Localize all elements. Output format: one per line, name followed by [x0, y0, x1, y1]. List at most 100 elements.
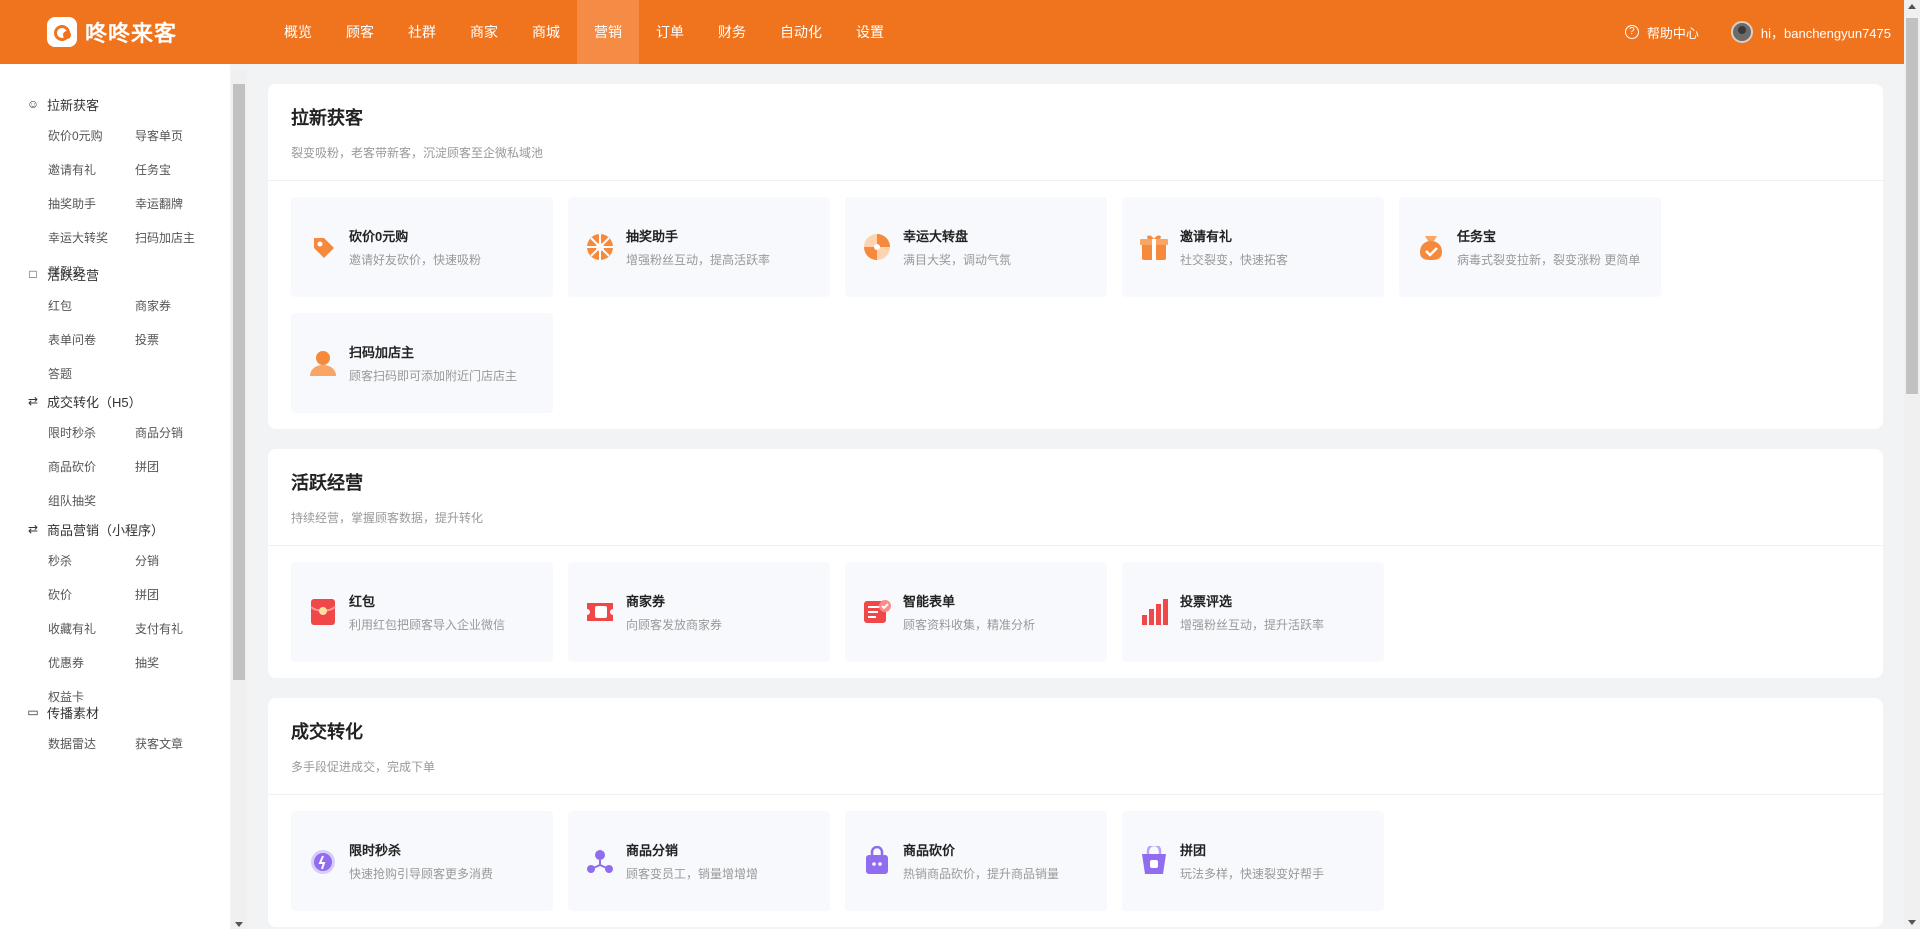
sidebar-item[interactable]: 拼团 — [135, 578, 222, 612]
nav-item-8[interactable]: 自动化 — [763, 0, 839, 64]
swap-icon: ⇄ — [27, 394, 39, 408]
nav-item-2[interactable]: 社群 — [391, 0, 453, 64]
gift-icon — [1139, 232, 1169, 262]
sidebar-group-title[interactable]: ⇄ 成交转化（H5） — [26, 391, 222, 411]
sidebar-group-items: 红包 商家券 表单问卷 投票 答题 — [48, 289, 222, 391]
sidebar-scroll-thumb[interactable] — [233, 84, 245, 680]
sidebar-item[interactable]: 砍价0元购 — [48, 119, 135, 153]
sidebar-scroll-down-icon[interactable] — [235, 922, 243, 927]
feature-card[interactable]: 商品分销 顾客变员工，销量增增增 — [568, 811, 830, 911]
card-description: 满目大奖，调动气氛 — [903, 253, 1012, 267]
sidebar-scrollbar[interactable] — [231, 70, 247, 929]
card-title: 砍价0元购 — [349, 229, 409, 244]
brand-logo[interactable]: 咚咚来客 — [47, 16, 267, 48]
sidebar-item[interactable]: 答题 — [48, 357, 135, 391]
feature-card[interactable]: 抽奖助手 增强粉丝互动，提高活跃率 — [568, 197, 830, 297]
card-text: 投票评选 增强粉丝互动，提升活跃率 — [1180, 591, 1324, 633]
feature-card[interactable]: 拼团 玩法多样，快速裂变好帮手 — [1122, 811, 1384, 911]
sidebar-item[interactable]: 扫码加店主 — [135, 221, 222, 255]
bag-icon — [1416, 232, 1446, 262]
page-scroll-thumb[interactable] — [1906, 18, 1918, 394]
sidebar-group-title[interactable]: ☺ 拉新获客 — [26, 94, 222, 114]
page-scrollbar[interactable] — [1904, 0, 1920, 929]
feature-card[interactable]: 邀请有礼社交裂变，快速拓客 — [1122, 197, 1384, 297]
feature-card[interactable]: 商品砍价 热销商品砍价，提升商品销量 — [845, 811, 1107, 911]
sidebar-item[interactable]: 幸运翻牌 — [135, 187, 222, 221]
card-description: 顾客资料收集，精准分析 — [903, 618, 1036, 632]
sidebar-item[interactable]: 商品分销 — [135, 416, 222, 450]
sidebar-item[interactable]: 导客单页 — [135, 119, 222, 153]
card-description: 社交裂变，快速拓客 — [1180, 253, 1289, 267]
person-icon — [308, 348, 338, 378]
card-title: 红包 — [349, 594, 376, 609]
feature-card[interactable]: 扫码加店主 顾客扫码即可添加附近门店店主 — [291, 313, 553, 413]
sidebar-item[interactable]: 组队抽奖 — [48, 484, 135, 518]
card-text: 幸运大转盘满目大奖，调动气氛 — [903, 226, 1011, 268]
nav-item-3[interactable]: 商家 — [453, 0, 515, 64]
nav-item-1[interactable]: 顾客 — [329, 0, 391, 64]
card-description: 邀请好友砍价，快速吸粉 — [349, 253, 482, 267]
sidebar-group-label: 传播素材 — [47, 705, 100, 721]
sidebar-item[interactable]: 支付有礼 — [135, 612, 222, 646]
sidebar-item[interactable]: 任务宝 — [135, 153, 222, 187]
feature-card[interactable]: 幸运大转盘满目大奖，调动气氛 — [845, 197, 1107, 297]
card-title: 任务宝 — [1457, 229, 1497, 244]
sidebar-item[interactable]: 商家券 — [135, 289, 222, 323]
section-header: 成交转化 多手段促进成交，完成下单 — [268, 698, 1883, 795]
user-menu[interactable]: hi，banchengyun7475 — [1730, 21, 1891, 43]
sidebar-item[interactable]: 商品砍价 — [48, 450, 135, 484]
sidebar-item[interactable]: 抽奖助手 — [48, 187, 135, 221]
feature-card[interactable]: 商家券 向顾客发放商家券 — [568, 562, 830, 662]
sidebar-group: ☺ 拉新获客 砍价0元购 导客单页 邀请有礼 任务宝 抽奖助手 幸运翻牌 幸运大转奖 扫码加店主群… — [26, 94, 222, 289]
nav-item-9[interactable]: 设置 — [839, 0, 901, 64]
sidebar-item[interactable]: 红包 — [48, 289, 135, 323]
network-icon — [585, 846, 615, 876]
sidebar-group-items: 秒杀 分销 砍价 拼团 收藏有礼 支付有礼 优惠券 抽奖 权益卡 — [48, 544, 222, 714]
scroll-down-icon[interactable] — [1908, 920, 1916, 925]
sidebar-item[interactable]: 表单问卷 — [48, 323, 135, 357]
card-text: 商品分销 顾客变员工，销量增增增 — [626, 840, 758, 882]
feature-card[interactable]: 砍价0元购邀请好友砍价，快速吸粉 — [291, 197, 553, 297]
sidebar-item[interactable]: 投票 — [135, 323, 222, 357]
sidebar-group-title[interactable]: ⇄ 商品营销（小程序） — [26, 519, 222, 539]
card-text: 抽奖助手 增强粉丝互动，提高活跃率 — [626, 226, 770, 268]
card-description: 玩法多样，快速裂变好帮手 — [1180, 867, 1325, 881]
sidebar-item[interactable]: 收藏有礼 — [48, 612, 135, 646]
nav-item-7[interactable]: 财务 — [701, 0, 763, 64]
sidebar-item[interactable]: 限时秒杀 — [48, 416, 135, 450]
feature-card[interactable]: 红包 利用红包把顾客导入企业微信 — [291, 562, 553, 662]
basket-icon — [1139, 843, 1169, 876]
scroll-up-icon[interactable] — [1908, 4, 1916, 9]
sidebar-item[interactable]: 优惠券 — [48, 646, 135, 680]
card-title: 限时秒杀 — [349, 843, 402, 858]
sidebar-item[interactable]: 拼团 — [135, 450, 222, 484]
sidebar-item[interactable]: 获客文章 — [135, 727, 222, 761]
feature-card[interactable]: 投票评选 增强粉丝互动，提升活跃率 — [1122, 562, 1384, 662]
help-center-link[interactable]: ? 帮助中心 — [1624, 23, 1699, 42]
sidebar-group-label: 活跃经营 — [47, 267, 100, 283]
card-title: 邀请有礼 — [1180, 229, 1233, 244]
sidebar-item[interactable]: 抽奖 — [135, 646, 222, 680]
nav-item-6[interactable]: 订单 — [639, 0, 701, 64]
feature-card[interactable]: 智能表单 顾客资料收集，精准分析 — [845, 562, 1107, 662]
nav-item-4[interactable]: 商城 — [515, 0, 577, 64]
feature-card[interactable]: 任务宝病毒式裂变拉新，裂变涨粉 更简单 — [1399, 197, 1661, 297]
card-title: 抽奖助手 — [626, 229, 679, 244]
sidebar-item[interactable]: 砍价 — [48, 578, 135, 612]
sidebar-item[interactable]: 分销 — [135, 544, 222, 578]
sidebar-group-title[interactable]: ▭ 传播素材 — [26, 702, 222, 722]
card-description: 病毒式裂变拉新，裂变涨粉 更简单 — [1457, 253, 1641, 267]
sidebar-group-title[interactable]: □ 活跃经营 — [26, 264, 222, 284]
nav-item-5[interactable]: 营销 — [577, 0, 639, 64]
feature-card[interactable]: 限时秒杀 快速抢购引导顾客更多消费 — [291, 811, 553, 911]
card-title: 幸运大转盘 — [903, 229, 969, 244]
sidebar-group-label: 拉新获客 — [47, 97, 100, 113]
sidebar-item[interactable]: 邀请有礼 — [48, 153, 135, 187]
nav-item-0[interactable]: 概览 — [267, 0, 329, 64]
card-grid: 砍价0元购邀请好友砍价，快速吸粉 抽奖助手 增强粉丝互动，提高活跃率 幸运大转盘满目大… — [268, 181, 1883, 429]
sidebar-item[interactable]: 数据雷达 — [48, 727, 135, 761]
card-description: 热销商品砍价，提升商品销量 — [903, 867, 1060, 881]
sidebar-item[interactable]: 幸运大转奖 — [48, 221, 135, 255]
folder-icon: ▭ — [27, 705, 39, 719]
sidebar-item[interactable]: 秒杀 — [48, 544, 135, 578]
